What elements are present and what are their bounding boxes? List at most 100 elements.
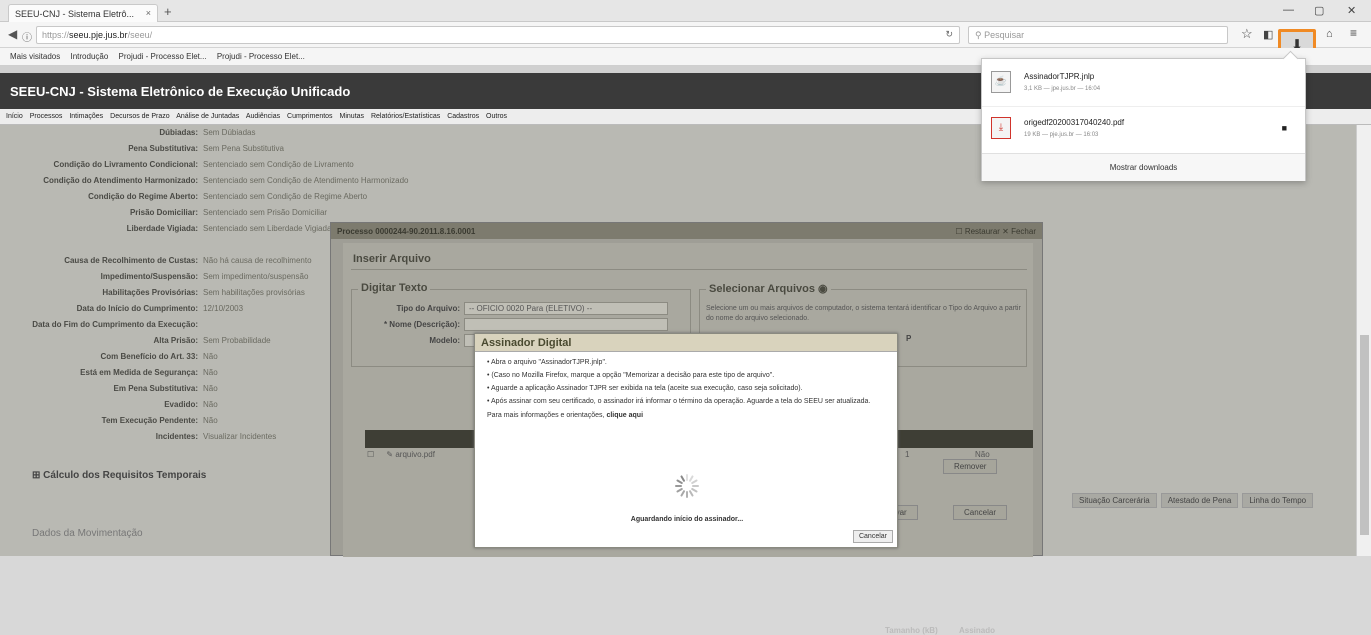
downloads-panel: ☕ AssinadorTJPR.jnlp 3,1 KB — jpe.jus.br…	[981, 58, 1306, 181]
download-status: 19 KB — pje.jus.br — 16:03	[1024, 132, 1099, 138]
row-checkbox[interactable]: ☐	[367, 450, 374, 459]
tab-title: SEEU-CNJ - Sistema Eletrô...	[15, 9, 135, 19]
detail-value: Sentenciado sem Condição de Livramento	[203, 160, 354, 169]
section-calculo-label: Cálculo dos Requisitos Temporais	[43, 470, 207, 481]
menu-item-outros[interactable]: Outros	[486, 113, 507, 120]
menu-item-intimacoes[interactable]: Intimações	[69, 113, 103, 120]
detail-value: Sem impedimento/suspensão	[203, 272, 309, 281]
atestado-pena-button[interactable]: Atestado de Pena	[1160, 493, 1239, 508]
nome-descricao-input[interactable]	[464, 318, 668, 331]
process-modal-controls[interactable]: ☐ Restaurar ✕ Fechar	[955, 227, 1036, 236]
help-icon[interactable]: ◉	[818, 283, 828, 295]
menu-item-cumprimentos[interactable]: Cumprimentos	[287, 113, 333, 120]
detail-label: Está em Medida de Segurança:	[80, 368, 198, 377]
remover-button[interactable]: Remover	[943, 459, 998, 474]
home-icon[interactable]: ⌂	[1326, 28, 1333, 40]
process-modal-title: Processo 0000244-90.2011.8.16.0001 ☐ Res…	[331, 223, 1042, 239]
download-name: origedf20200317040240.pdf	[1024, 118, 1125, 127]
detail-label: Habilitações Provisórias:	[102, 288, 198, 297]
scrollbar-thumb[interactable]	[1360, 335, 1369, 535]
open-folder-icon[interactable]: ■	[1282, 123, 1287, 133]
url-domain: seeu.pje.jus.br	[69, 30, 128, 40]
detail-label: Em Pena Substitutiva:	[113, 384, 198, 393]
menu-item-relatorios[interactable]: Relatórios/Estatísticas	[371, 113, 440, 120]
browser-tab[interactable]: SEEU-CNJ - Sistema Eletrô... ×	[8, 4, 158, 22]
assinador-title: Assinador Digital	[475, 334, 897, 352]
file-browse-link[interactable]: P	[906, 334, 911, 343]
more-info-text: Para mais informações e orientações,	[487, 412, 605, 419]
close-window-icon[interactable]: ✕	[1347, 4, 1356, 17]
download-status: 3,1 KB — jpe.jus.br — 16:04	[1024, 86, 1101, 92]
info-icon[interactable]: ⓘ	[22, 29, 32, 44]
download-item[interactable]: ☕ AssinadorTJPR.jnlp 3,1 KB — jpe.jus.br…	[982, 61, 1305, 107]
search-placeholder: Pesquisar	[984, 30, 1025, 40]
menu-item-cadastros[interactable]: Cadastros	[447, 113, 479, 120]
bookmark-item[interactable]: Projudi - Processo Elet...	[119, 52, 207, 61]
detail-label: Evadido:	[164, 400, 198, 409]
download-name: AssinadorTJPR.jnlp	[1024, 72, 1095, 81]
detail-row: Pena Substitutiva: Sem Pena Substitutiva	[0, 144, 1000, 156]
detail-row: Condição do Livramento Condicional: Sente…	[0, 160, 1000, 172]
more-info-link[interactable]: clique aqui	[606, 412, 643, 419]
menu-item-inicio[interactable]: Início	[6, 113, 23, 120]
assinador-cancel-button[interactable]: Cancelar	[852, 530, 893, 543]
detail-label: Pena Substitutiva:	[128, 144, 198, 153]
assinador-step: Aguarde a aplicação Assinador TJPR ser e…	[487, 384, 887, 393]
minimize-icon[interactable]: —	[1283, 4, 1294, 16]
menu-item-processos[interactable]: Processos	[30, 113, 63, 120]
new-tab-button[interactable]: +	[164, 4, 172, 19]
detail-value[interactable]: Visualizar Incidentes	[203, 432, 276, 441]
bookmark-star-icon[interactable]: ☆	[1241, 26, 1253, 42]
process-action-buttons: Situação Carcerária Atestado de Pena Linha…	[1072, 493, 1317, 508]
download-item[interactable]: ⤓ origedf20200317040240.pdf 19 KB — pje.…	[982, 107, 1305, 153]
detail-row: Prisão Domiciliar: Sentenciado sem Prisão…	[0, 208, 1000, 220]
back-icon[interactable]: ◀	[8, 27, 17, 41]
bookmark-item[interactable]: Introdução	[70, 52, 108, 61]
selecionar-arquivos-heading: Selecionar Arquivos ◉	[706, 282, 831, 295]
menu-icon[interactable]: ≡	[1350, 26, 1357, 40]
assinador-step: Abra o arquivo "AssinadorTJPR.jnlp".	[487, 358, 887, 367]
menu-item-audiencias[interactable]: Audiências	[246, 113, 280, 120]
menu-item-minutas[interactable]: Minutas	[340, 113, 365, 120]
bookmark-item[interactable]: Mais visitados	[10, 52, 60, 61]
situacao-carceraria-button[interactable]: Situação Carcerária	[1072, 493, 1157, 508]
detail-value: 12/10/2003	[203, 304, 244, 313]
section-calculo[interactable]: ⊞ Cálculo dos Requisitos Temporais	[32, 470, 206, 481]
tipo-arquivo-select[interactable]: -- OFICIO 0020 Para (ELETIVO) --	[464, 302, 668, 315]
detail-label: Impedimento/Suspensão:	[100, 272, 198, 281]
detail-label: Alta Prisão:	[153, 336, 198, 345]
cancelar-button[interactable]: Cancelar	[953, 505, 1008, 520]
tab-close-icon[interactable]: ×	[146, 8, 151, 18]
detail-label: Dúbiadas:	[159, 128, 198, 137]
linha-tempo-button[interactable]: Linha do Tempo	[1242, 493, 1314, 508]
menu-item-juntadas[interactable]: Análise de Juntadas	[176, 113, 239, 120]
detail-label: Data do Fim do Cumprimento da Execução:	[32, 320, 198, 329]
detail-value: Sem Pena Substitutiva	[203, 144, 284, 153]
bookmark-item[interactable]: Projudi - Processo Elet...	[217, 52, 305, 61]
url-bar[interactable]: https://seeu.pje.jus.br/seeu/ ↻	[36, 26, 960, 44]
selecionar-arquivos-help: Selecione um ou mais arquivos de computa…	[706, 305, 1021, 322]
detail-label: Data do Início do Cumprimento:	[76, 304, 198, 313]
show-all-downloads-button[interactable]: Mostrar downloads	[982, 153, 1305, 181]
row-filename[interactable]: ✎ arquivo.pdf	[386, 450, 435, 459]
spinner-spoke	[686, 474, 688, 481]
digitar-texto-heading: Digitar Texto	[358, 282, 431, 294]
reload-icon[interactable]: ↻	[945, 29, 953, 40]
assinador-more-info: Para mais informações e orientações, cli…	[475, 410, 897, 421]
library-icon[interactable]: ◧	[1263, 28, 1273, 41]
assinador-step: Após assinar com seu certificado, o assi…	[487, 397, 887, 406]
tipo-arquivo-label: Tipo do Arquivo:	[396, 304, 460, 313]
url-suffix: /seeu/	[127, 30, 153, 40]
search-input[interactable]: ⚲ Pesquisar	[968, 26, 1228, 44]
detail-label: Causa de Recolhimento de Custas:	[64, 256, 198, 265]
section-movimentacao: Dados da Movimentação	[32, 528, 143, 539]
detail-label: Incidentes:	[155, 432, 198, 441]
java-file-icon: ☕	[991, 71, 1011, 93]
detail-row: Dúbiadas: Sem Dúbiadas	[0, 128, 1000, 140]
maximize-icon[interactable]: ▢	[1314, 4, 1324, 17]
detail-label: Liberdade Vigiada:	[126, 224, 198, 233]
menu-item-decursos[interactable]: Decursos de Prazo	[110, 113, 170, 120]
spinner-spoke	[690, 479, 698, 485]
page-scrollbar[interactable]	[1356, 125, 1371, 556]
detail-value: Sem Probabilidade	[203, 336, 271, 345]
